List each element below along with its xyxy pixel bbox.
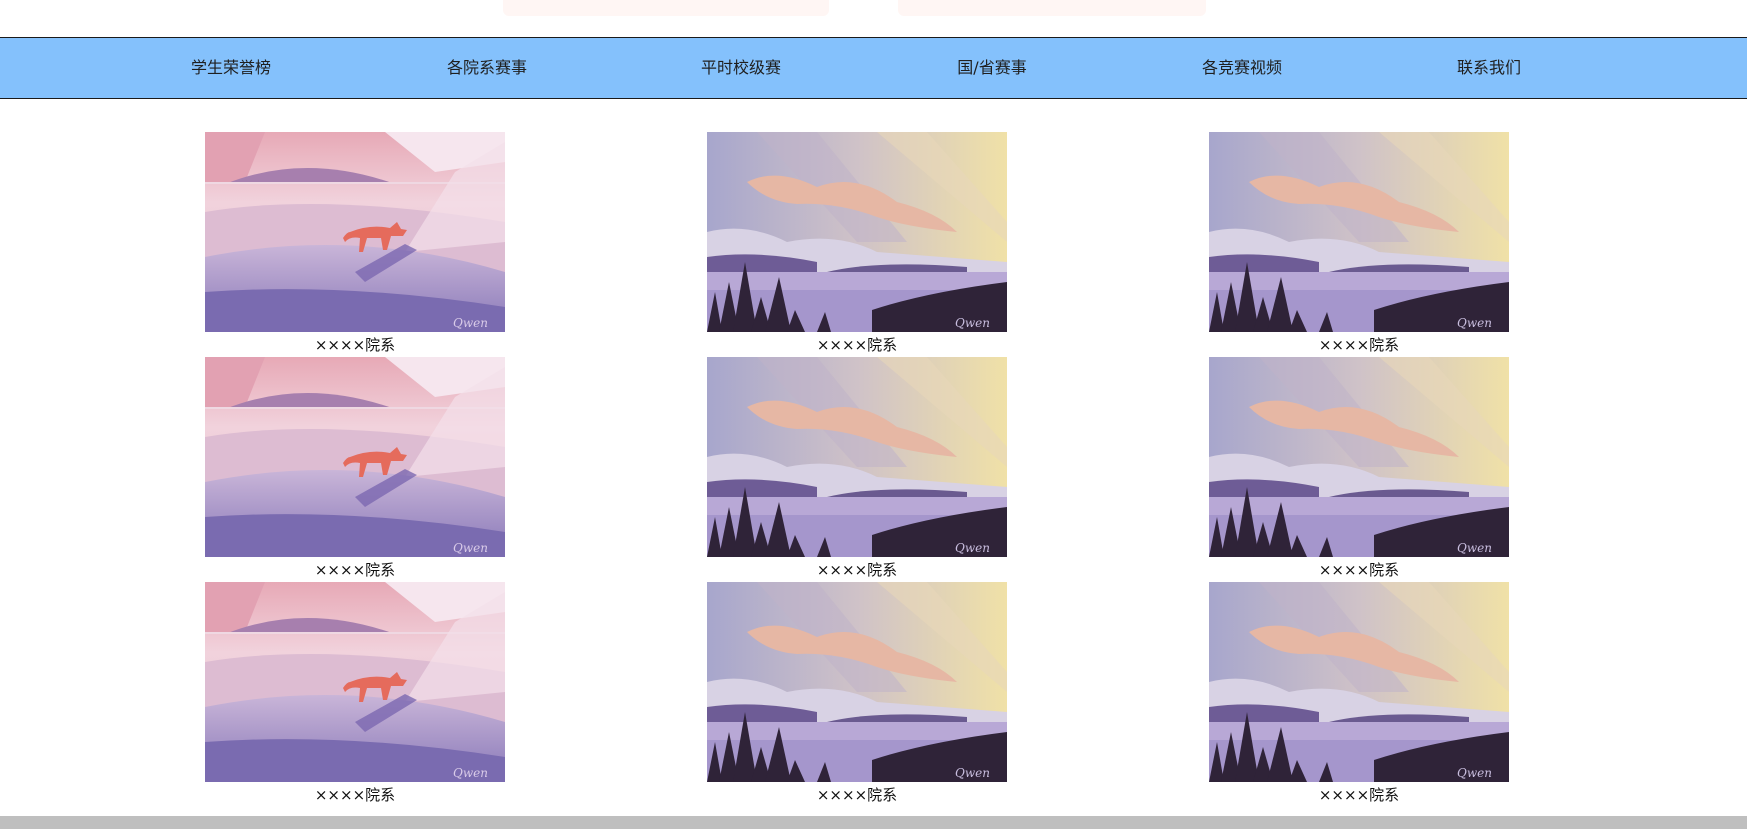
- gallery-card[interactable]: ××××院系: [707, 582, 1007, 805]
- nav-item-national-provincial-events[interactable]: 国/省赛事: [957, 38, 1026, 98]
- gallery-card[interactable]: ××××院系: [707, 357, 1007, 580]
- card-caption[interactable]: ××××院系: [707, 335, 1007, 355]
- card-caption[interactable]: ××××院系: [205, 335, 505, 355]
- top-banner-strip: [0, 0, 1747, 36]
- card-caption[interactable]: ××××院系: [707, 560, 1007, 580]
- card-caption[interactable]: ××××院系: [1209, 335, 1509, 355]
- nav-item-student-honors[interactable]: 学生荣誉榜: [191, 38, 271, 98]
- gallery-card[interactable]: ××××院系: [205, 132, 505, 355]
- gallery-card[interactable]: ××××院系: [1209, 582, 1509, 805]
- nav-item-competition-videos[interactable]: 各竞赛视频: [1202, 38, 1282, 98]
- fox-landscape-image[interactable]: [205, 582, 505, 782]
- lake-landscape-image[interactable]: [707, 582, 1007, 782]
- fox-landscape-image[interactable]: [205, 357, 505, 557]
- lake-landscape-image[interactable]: [1209, 357, 1509, 557]
- lake-landscape-image[interactable]: [1209, 582, 1509, 782]
- card-caption[interactable]: ××××院系: [205, 785, 505, 805]
- footer-bar: [0, 816, 1747, 829]
- lake-landscape-image[interactable]: [707, 357, 1007, 557]
- card-caption[interactable]: ××××院系: [205, 560, 505, 580]
- gallery-card[interactable]: ××××院系: [1209, 357, 1509, 580]
- gallery-card[interactable]: ××××院系: [205, 357, 505, 580]
- nav-item-school-competitions[interactable]: 平时校级赛: [701, 38, 781, 98]
- gallery-card[interactable]: ××××院系: [707, 132, 1007, 355]
- banner-image-left: [503, 0, 829, 16]
- main-navigation-bar: 学生荣誉榜 各院系赛事 平时校级赛 国/省赛事 各竞赛视频 联系我们: [0, 37, 1747, 99]
- card-caption[interactable]: ××××院系: [1209, 785, 1509, 805]
- fox-landscape-image[interactable]: [205, 132, 505, 332]
- card-caption[interactable]: ××××院系: [707, 785, 1007, 805]
- lake-landscape-image[interactable]: [1209, 132, 1509, 332]
- banner-image-right: [898, 0, 1206, 16]
- gallery-card[interactable]: ××××院系: [205, 582, 505, 805]
- nav-item-department-events[interactable]: 各院系赛事: [447, 38, 527, 98]
- nav-item-contact-us[interactable]: 联系我们: [1457, 38, 1521, 98]
- card-caption[interactable]: ××××院系: [1209, 560, 1509, 580]
- lake-landscape-image[interactable]: [707, 132, 1007, 332]
- gallery-card[interactable]: ××××院系: [1209, 132, 1509, 355]
